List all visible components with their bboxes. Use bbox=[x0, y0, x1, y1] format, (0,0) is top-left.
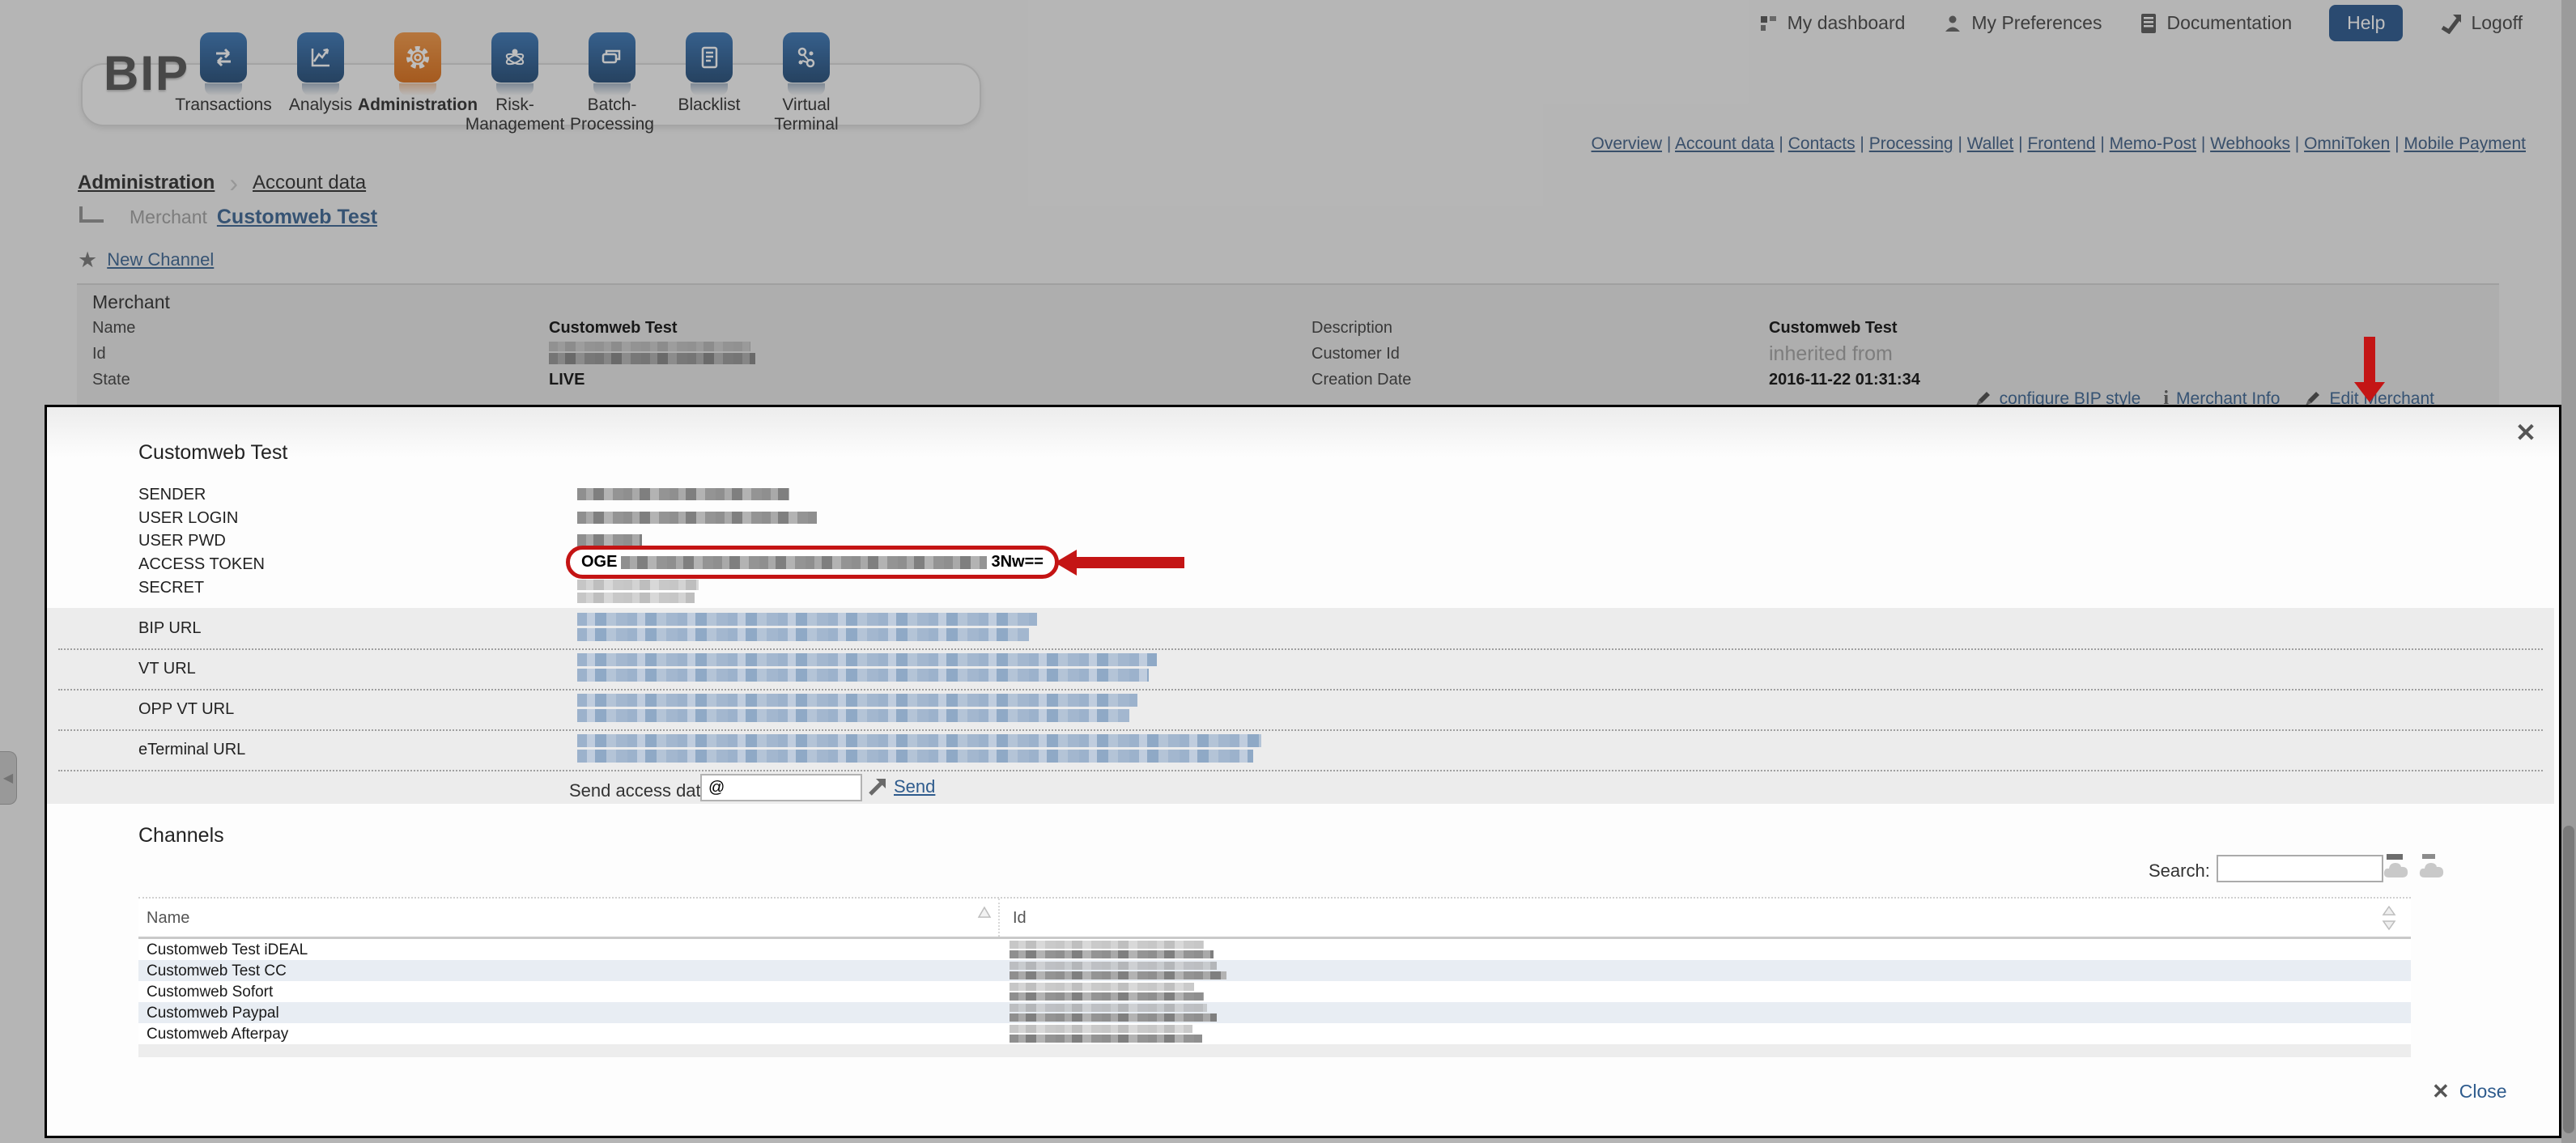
annotation-arrow-down bbox=[2354, 337, 2385, 402]
close-button[interactable]: ✕ Close bbox=[2432, 1079, 2507, 1104]
table-row-customweb-sofort[interactable]: Customweb Sofort bbox=[138, 981, 2411, 1002]
redacted-url[interactable] bbox=[577, 734, 1261, 747]
redacted-value bbox=[577, 512, 817, 524]
modal-field-label: USER PWD bbox=[138, 532, 226, 550]
channel-name: Customweb Sofort bbox=[147, 984, 273, 1001]
send-label: Send bbox=[894, 776, 935, 797]
channel-name: Customweb Test iDEAL bbox=[147, 941, 308, 959]
redacted-channel-id bbox=[1010, 1004, 1207, 1012]
image-placeholder-icon[interactable] bbox=[2417, 852, 2446, 882]
sort-both-icon[interactable] bbox=[2382, 905, 2396, 931]
redacted-url[interactable] bbox=[577, 750, 1253, 763]
redacted-channel-id bbox=[1010, 950, 1214, 958]
channels-title: Channels bbox=[138, 824, 224, 848]
channel-name: Customweb Afterpay bbox=[147, 1026, 288, 1043]
url-field-label: eTerminal URL bbox=[138, 741, 245, 759]
redacted-value bbox=[577, 593, 695, 603]
redacted-channel-id bbox=[1010, 962, 1217, 970]
table-row-customweb-afterpay[interactable]: Customweb Afterpay bbox=[138, 1023, 2411, 1044]
column-separator bbox=[998, 899, 1000, 937]
modal-field-label: SECRET bbox=[138, 579, 204, 597]
channels-table-footer bbox=[138, 1044, 2411, 1057]
close-x-icon: ✕ bbox=[2432, 1079, 2450, 1104]
url-field-label: BIP URL bbox=[138, 619, 201, 638]
search-label: Search: bbox=[2149, 860, 2210, 882]
redacted-channel-id bbox=[1010, 992, 1204, 1001]
dotted-separator bbox=[58, 648, 2543, 650]
redacted-token bbox=[621, 556, 987, 569]
image-placeholder-icon[interactable] bbox=[2382, 852, 2411, 882]
modal-field-label: SENDER bbox=[138, 486, 206, 504]
redacted-url[interactable] bbox=[577, 628, 1029, 641]
channels-table-header: Name Id bbox=[138, 897, 2411, 939]
send-button[interactable]: Send bbox=[867, 776, 935, 797]
channels-table-body: Customweb Test iDEAL Customweb Test CC Cus… bbox=[138, 939, 2411, 1044]
dotted-separator bbox=[58, 729, 2543, 731]
merchant-info-modal: ✕ Customweb Test SENDER USER LOGIN USER PW… bbox=[45, 405, 2561, 1138]
url-field-label: VT URL bbox=[138, 660, 196, 678]
column-header-name[interactable]: Name bbox=[147, 909, 189, 928]
redacted-channel-id bbox=[1010, 941, 1204, 949]
redacted-channel-id bbox=[1010, 971, 1226, 979]
table-row-customweb-paypal[interactable]: Customweb Paypal bbox=[138, 1002, 2411, 1023]
search-input[interactable] bbox=[2217, 855, 2383, 882]
dotted-separator bbox=[58, 689, 2543, 690]
column-header-id[interactable]: Id bbox=[1013, 909, 1027, 928]
dotted-separator bbox=[58, 770, 2543, 771]
search-icons bbox=[2382, 852, 2446, 882]
send-access-data-input[interactable] bbox=[700, 774, 862, 801]
redacted-channel-id bbox=[1010, 983, 1194, 991]
modal-close-x-icon[interactable]: ✕ bbox=[2515, 419, 2536, 448]
send-access-data-label: Send access data bbox=[569, 780, 711, 801]
redacted-channel-id bbox=[1010, 1013, 1217, 1022]
redacted-channel-id bbox=[1010, 1035, 1202, 1043]
redacted-value bbox=[577, 488, 789, 500]
sort-ascending-icon[interactable] bbox=[977, 906, 992, 919]
modal-field-label: USER LOGIN bbox=[138, 509, 238, 528]
redacted-value bbox=[577, 580, 699, 590]
url-field-label: OPP VT URL bbox=[138, 700, 234, 719]
redacted-url[interactable] bbox=[577, 709, 1129, 722]
redacted-url[interactable] bbox=[577, 694, 1137, 707]
channel-name: Customweb Test CC bbox=[147, 962, 287, 980]
channels-table: Name Id Customweb Test iDEALCustomweb Te… bbox=[138, 897, 2411, 1057]
modal-field-label: ACCESS TOKEN bbox=[138, 555, 265, 574]
table-row-customweb-test-cc[interactable]: Customweb Test CC bbox=[138, 960, 2411, 981]
modal-title: Customweb Test bbox=[138, 441, 287, 465]
redacted-url[interactable] bbox=[577, 613, 1037, 626]
annotation-highlight-oval: OGE 3Nw== bbox=[566, 546, 1059, 579]
close-label: Close bbox=[2459, 1081, 2507, 1103]
redacted-value bbox=[577, 534, 642, 546]
send-arrow-icon bbox=[867, 776, 888, 797]
table-row-customweb-test-ideal[interactable]: Customweb Test iDEAL bbox=[138, 939, 2411, 960]
redacted-url[interactable] bbox=[577, 669, 1149, 682]
redacted-channel-id bbox=[1010, 1025, 1192, 1033]
access-token-suffix: 3Nw== bbox=[991, 553, 1043, 572]
channel-name: Customweb Paypal bbox=[147, 1005, 279, 1022]
url-section: BIP URL VT URL OPP VT URL eTerminal URL Sen… bbox=[47, 608, 2554, 804]
annotation-arrow-left bbox=[1055, 550, 1184, 576]
access-token-prefix: OGE bbox=[581, 553, 617, 572]
redacted-url[interactable] bbox=[577, 653, 1157, 666]
